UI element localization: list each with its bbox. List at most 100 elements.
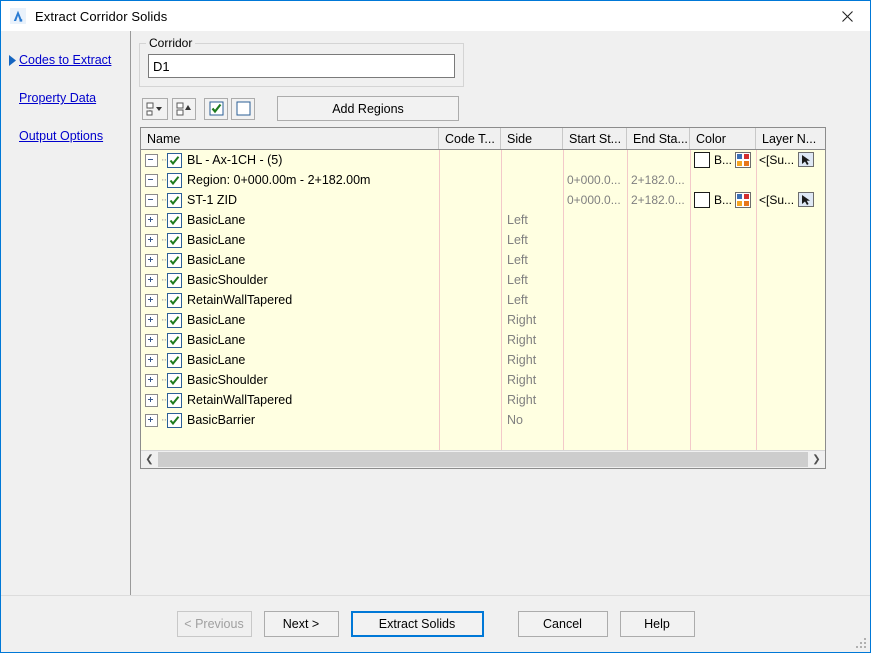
table-row[interactable]: ·· BasicLane Left (141, 250, 825, 270)
table-row[interactable]: ·· RetainWallTapered Right (141, 390, 825, 410)
row-checkbox[interactable] (167, 372, 182, 388)
cancel-button[interactable]: Cancel (517, 611, 608, 637)
table-row[interactable]: ·· ST-1 ZID 0+000.0... 2+182.0... B... <[Su..… (141, 190, 825, 210)
expand-node-icon[interactable] (145, 213, 158, 227)
sidebar-item-codes-to-extract[interactable]: Codes to Extract (1, 41, 130, 79)
row-checkbox[interactable] (167, 292, 182, 308)
expand-tree-dropdown-button[interactable] (142, 97, 168, 120)
node-label: Region: 0+000.00m - 2+182.00m (187, 173, 371, 187)
corridor-group-box: Corridor (139, 36, 464, 87)
expand-node-icon[interactable] (145, 233, 158, 247)
uncheck-all-button[interactable] (231, 97, 255, 120)
node-label: BasicLane (187, 313, 246, 327)
sidebar-item-property-data[interactable]: Property Data (1, 79, 130, 117)
table-row[interactable]: ·· BL - Ax-1CH - (5) B... <[Su... (141, 150, 825, 170)
expand-node-icon[interactable] (145, 273, 158, 287)
previous-button[interactable]: < Previous (176, 611, 252, 637)
collapse-node-icon[interactable] (145, 193, 158, 207)
column-header-name[interactable]: Name (141, 128, 439, 149)
extract-solids-button[interactable]: Extract Solids (350, 611, 484, 637)
selected-marker-icon (9, 54, 19, 66)
table-row[interactable]: ·· Region: 0+000.00m - 2+182.00m 0+000.0..… (141, 170, 825, 190)
tree-connector: ·· (160, 293, 167, 306)
cell-end-station (627, 330, 690, 350)
color-picker-button[interactable] (735, 152, 752, 168)
table-row[interactable]: ·· BasicBarrier No (141, 410, 825, 430)
layer-picker-icon (798, 192, 815, 207)
cell-name: ·· ST-1 ZID (141, 190, 439, 210)
add-regions-button[interactable]: Add Regions (277, 96, 459, 121)
table-row[interactable]: ·· BasicLane Right (141, 310, 825, 330)
next-button[interactable]: Next > (263, 611, 339, 637)
cell-name: ·· BasicLane (141, 230, 439, 250)
layer-picker-button[interactable] (797, 152, 815, 168)
row-checkbox[interactable] (167, 192, 182, 208)
expand-node-icon[interactable] (145, 393, 158, 407)
collapse-node-icon[interactable] (145, 173, 158, 187)
column-header-end-station[interactable]: End Sta... (627, 128, 690, 149)
expand-node-icon[interactable] (145, 313, 158, 327)
row-checkbox[interactable] (167, 232, 182, 248)
check-all-button[interactable] (204, 97, 228, 120)
table-row[interactable]: ·· BasicShoulder Right (141, 370, 825, 390)
node-label: BasicLane (187, 233, 246, 247)
column-header-color[interactable]: Color (690, 128, 756, 149)
column-header-layer-name[interactable]: Layer N... (756, 128, 825, 149)
node-label: RetainWallTapered (187, 393, 293, 407)
column-header-start-station[interactable]: Start St... (563, 128, 627, 149)
corridor-input[interactable] (148, 54, 455, 78)
cell-side: No (507, 413, 523, 427)
layer-picker-button[interactable] (797, 192, 815, 208)
row-checkbox[interactable] (167, 312, 182, 328)
table-row[interactable]: ·· BasicLane Left (141, 230, 825, 250)
expand-node-icon[interactable] (145, 253, 158, 267)
layer-value-label: <[Su... (759, 193, 795, 207)
column-header-side[interactable]: Side (501, 128, 563, 149)
color-picker-button[interactable] (735, 192, 752, 208)
help-button[interactable]: Help (619, 611, 695, 637)
row-checkbox[interactable] (167, 272, 182, 288)
table-row[interactable]: ·· BasicLane Left (141, 210, 825, 230)
row-checkbox[interactable] (167, 252, 182, 268)
collapse-node-icon[interactable] (145, 153, 158, 167)
expand-node-icon[interactable] (145, 353, 158, 367)
row-checkbox[interactable] (167, 172, 182, 188)
row-checkbox[interactable] (167, 352, 182, 368)
color-swatch[interactable] (694, 152, 710, 168)
expand-node-icon[interactable] (145, 373, 158, 387)
row-checkbox[interactable] (167, 212, 182, 228)
color-swatch[interactable] (694, 192, 710, 208)
scrollbar-thumb[interactable] (158, 452, 808, 467)
tree-connector: ·· (160, 273, 167, 286)
table-row[interactable]: ·· BasicLane Right (141, 350, 825, 370)
row-checkbox[interactable] (167, 412, 182, 428)
cell-layer-name (756, 410, 825, 430)
cell-end-station (627, 410, 690, 430)
table-row[interactable]: ·· BasicShoulder Left (141, 270, 825, 290)
resize-grip[interactable] (854, 636, 867, 649)
cell-end-station (627, 250, 690, 270)
table-row[interactable]: ·· RetainWallTapered Left (141, 290, 825, 310)
cell-color (690, 390, 756, 410)
cell-end-station (627, 350, 690, 370)
row-checkbox[interactable] (167, 332, 182, 348)
column-header-code-type[interactable]: Code T... (439, 128, 501, 149)
table-row[interactable]: ·· BasicLane Right (141, 330, 825, 350)
collapse-tree-button[interactable] (172, 97, 196, 120)
cell-start-station (563, 150, 627, 170)
expand-node-icon[interactable] (145, 413, 158, 427)
check-mark-icon (169, 155, 180, 165)
expand-node-icon[interactable] (145, 333, 158, 347)
horizontal-scrollbar[interactable]: ❮ ❯ (141, 450, 825, 468)
expand-node-icon[interactable] (145, 293, 158, 307)
close-button[interactable] (825, 2, 870, 31)
node-label: BasicLane (187, 353, 246, 367)
scroll-left-button[interactable]: ❮ (141, 451, 158, 468)
row-checkbox[interactable] (167, 392, 182, 408)
sidebar-item-output-options[interactable]: Output Options (1, 117, 130, 155)
node-label: BasicLane (187, 333, 246, 347)
row-checkbox[interactable] (167, 152, 182, 168)
cell-name: ·· BasicShoulder (141, 270, 439, 290)
cell-code-type (439, 330, 501, 350)
scroll-right-button[interactable]: ❯ (808, 451, 825, 468)
